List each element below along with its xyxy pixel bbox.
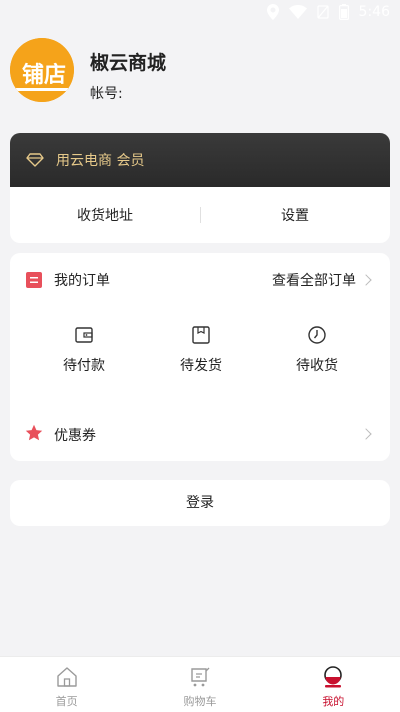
member-card: 用云电商 会员 收货地址 设置 xyxy=(10,133,390,243)
tab-home[interactable]: 首页 xyxy=(0,657,133,712)
shop-name: 椒云商城 xyxy=(90,52,167,74)
member-title: 用云电商 会员 xyxy=(56,153,145,169)
no-sim-icon xyxy=(316,5,329,19)
login-button[interactable]: 登录 xyxy=(10,480,390,526)
profile-header: 铺店 椒云商城 帐号: xyxy=(10,38,390,108)
orders-card: 我的订单 查看全部订单 待付款 待发货 待收货 优惠券 xyxy=(10,253,390,461)
status-pending-shipment[interactable]: 待发货 xyxy=(161,325,241,375)
cart-icon xyxy=(191,667,210,687)
profile-icon xyxy=(324,666,343,688)
coupon-row[interactable]: 优惠券 xyxy=(10,421,390,449)
status-pending-payment[interactable]: 待付款 xyxy=(44,325,124,375)
star-icon xyxy=(25,424,43,441)
clock-time: 5:46 xyxy=(358,4,390,20)
chevron-right-icon xyxy=(360,274,372,286)
divider xyxy=(200,207,201,223)
diamond-icon xyxy=(26,153,44,167)
wifi-icon xyxy=(288,5,307,19)
tab-cart[interactable]: 购物车 xyxy=(133,657,266,712)
status-label: 待付款 xyxy=(63,358,105,374)
my-orders-title: 我的订单 xyxy=(54,273,110,289)
tab-label: 首页 xyxy=(55,695,78,708)
status-label: 待收货 xyxy=(296,358,338,374)
wallet-icon xyxy=(75,327,93,343)
shipping-address-link[interactable]: 收货地址 xyxy=(10,205,200,225)
settings-link[interactable]: 设置 xyxy=(200,205,390,225)
account-label: 帐号: xyxy=(90,86,123,102)
status-pending-receipt[interactable]: 待收货 xyxy=(277,325,357,375)
battery-icon xyxy=(338,4,349,20)
tab-label: 购物车 xyxy=(183,695,217,708)
clock-icon xyxy=(308,326,326,344)
view-all-orders-link[interactable]: 查看全部订单 xyxy=(272,270,356,290)
member-links: 收货地址 设置 xyxy=(10,187,390,243)
status-bar: 5:46 xyxy=(0,0,400,28)
orders-header[interactable]: 我的订单 查看全部订单 xyxy=(10,265,390,295)
tab-label: 我的 xyxy=(322,695,345,708)
order-status-row: 待付款 待发货 待收货 xyxy=(10,325,390,385)
package-icon xyxy=(192,326,210,344)
shop-logo-text: 铺店 xyxy=(22,62,66,88)
shop-logo[interactable]: 铺店 xyxy=(10,38,74,102)
order-list-icon xyxy=(26,272,42,288)
bottom-tab-bar: 首页 购物车 我的 xyxy=(0,656,400,712)
tab-mine[interactable]: 我的 xyxy=(267,657,400,712)
chevron-right-icon xyxy=(360,428,372,440)
member-banner[interactable]: 用云电商 会员 xyxy=(10,133,390,187)
shop-logo-mark: 铺店 xyxy=(10,38,74,102)
home-icon xyxy=(56,667,77,687)
location-icon xyxy=(266,4,279,20)
status-icons: 5:46 xyxy=(266,4,390,20)
coupon-label: 优惠券 xyxy=(54,428,96,444)
status-label: 待发货 xyxy=(180,358,222,374)
